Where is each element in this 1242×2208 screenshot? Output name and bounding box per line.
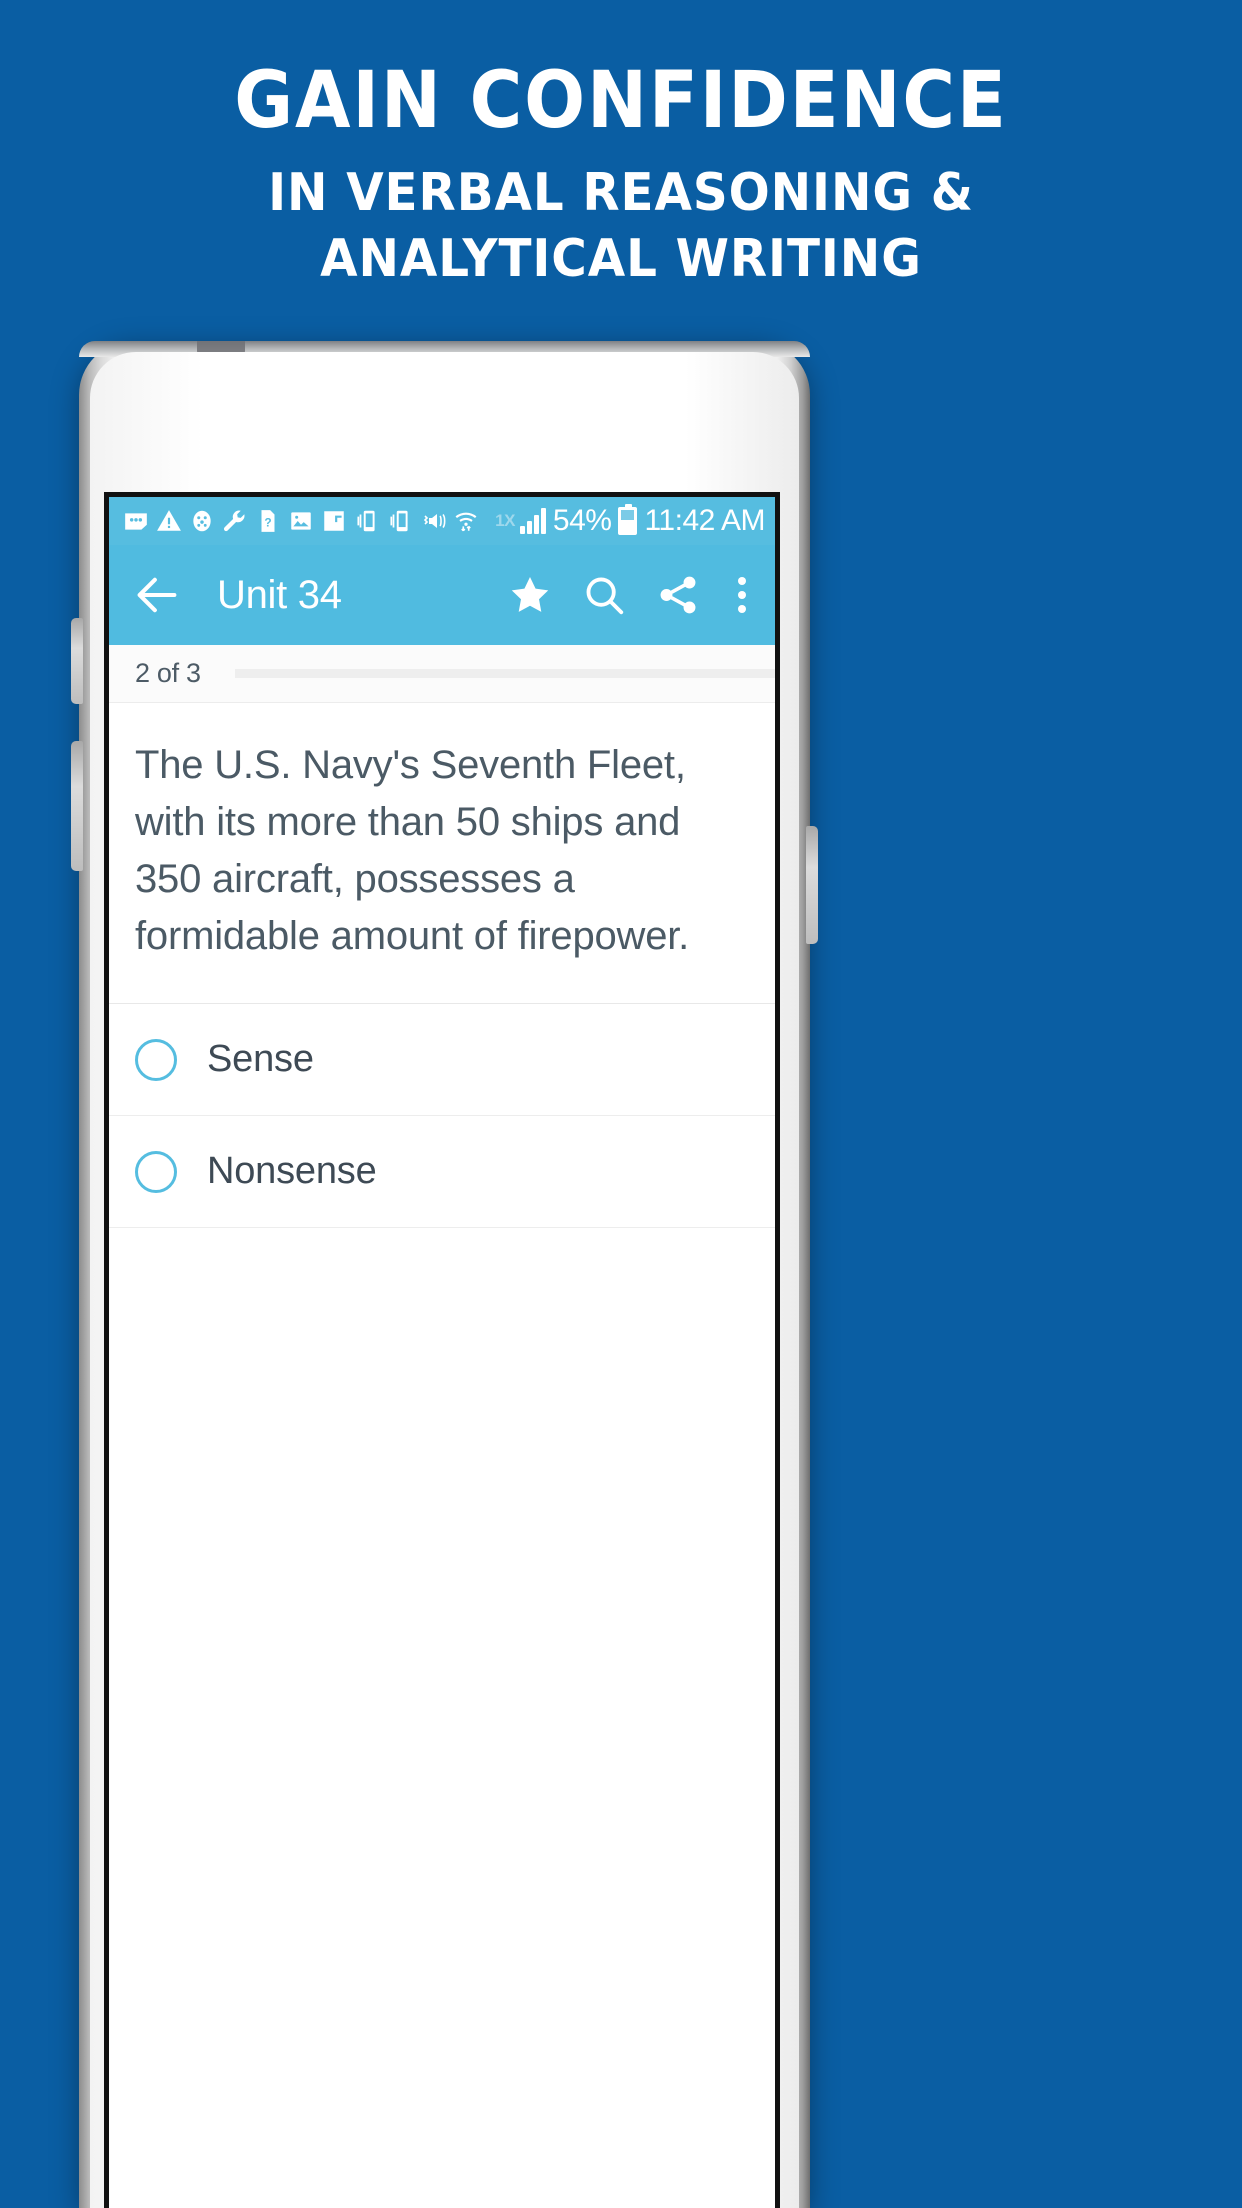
- radio-button-icon[interactable]: [135, 1150, 177, 1193]
- vibrate-phone-icon-2: [390, 510, 408, 532]
- volume-down-button[interactable]: [71, 741, 83, 871]
- clock-label: 11:42 AM: [644, 504, 765, 537]
- power-button[interactable]: [806, 826, 818, 944]
- network-type-label: 1X: [495, 511, 515, 530]
- warning-triangle-icon: [157, 510, 181, 531]
- volume-up-button[interactable]: [71, 618, 83, 704]
- question-text: The U.S. Navy's Seventh Fleet, with its …: [109, 703, 775, 1004]
- vibrate-phone-icon: [357, 510, 375, 532]
- overflow-menu-icon[interactable]: [731, 572, 753, 618]
- flipboard-icon: [324, 511, 344, 531]
- option-label: Nonsense: [207, 1150, 377, 1192]
- battery-icon: [618, 504, 638, 535]
- star-icon[interactable]: [507, 572, 553, 618]
- arrow-back-icon[interactable]: [131, 569, 183, 621]
- wifi-transfer-icon: [455, 512, 477, 532]
- search-icon[interactable]: [581, 572, 627, 618]
- unknown-sim-icon: ?: [261, 510, 275, 532]
- wrench-icon: [223, 510, 245, 532]
- option-label: Sense: [207, 1038, 314, 1080]
- app-bar-title: Unit 34: [217, 572, 342, 617]
- mute-volume-icon: [423, 513, 446, 529]
- promo-banner: GAIN CONFIDENCE IN VERBAL REASONING & AN…: [0, 0, 1242, 310]
- option-row-sense[interactable]: Sense: [109, 1004, 775, 1116]
- share-icon[interactable]: [655, 572, 701, 618]
- image-icon: [291, 512, 311, 530]
- status-bar-notification-icons: ?: [123, 508, 495, 534]
- promo-subtitle-line-2: ANALYTICAL WRITING: [320, 229, 922, 289]
- phone-mockup: ? 1X 54% 11:42 AM Unit 34 2 of 3 The U.S…: [71, 341, 818, 2208]
- promo-headline: GAIN CONFIDENCE: [234, 56, 1008, 146]
- message-bubble-icon: [125, 513, 147, 530]
- app-bar: Unit 34: [109, 545, 775, 645]
- progress-bar: [234, 669, 775, 678]
- status-bar: ? 1X 54% 11:42 AM: [109, 497, 775, 545]
- progress-label: 2 of 3: [135, 658, 201, 688]
- bug-icon: [193, 510, 211, 532]
- svg-text:?: ?: [264, 515, 271, 529]
- radio-button-icon[interactable]: [135, 1038, 177, 1081]
- promo-subtitle-line-1: IN VERBAL REASONING &: [268, 163, 974, 223]
- progress-row: 2 of 3: [109, 645, 775, 703]
- battery-percent-label: 54%: [552, 504, 612, 537]
- phone-screen: ? 1X 54% 11:42 AM Unit 34 2 of 3 The U.S…: [104, 492, 780, 2208]
- option-row-nonsense[interactable]: Nonsense: [109, 1116, 775, 1228]
- status-bar-system-icons: 1X 54% 11:42 AM: [495, 504, 765, 538]
- signal-bars-icon: [519, 508, 546, 534]
